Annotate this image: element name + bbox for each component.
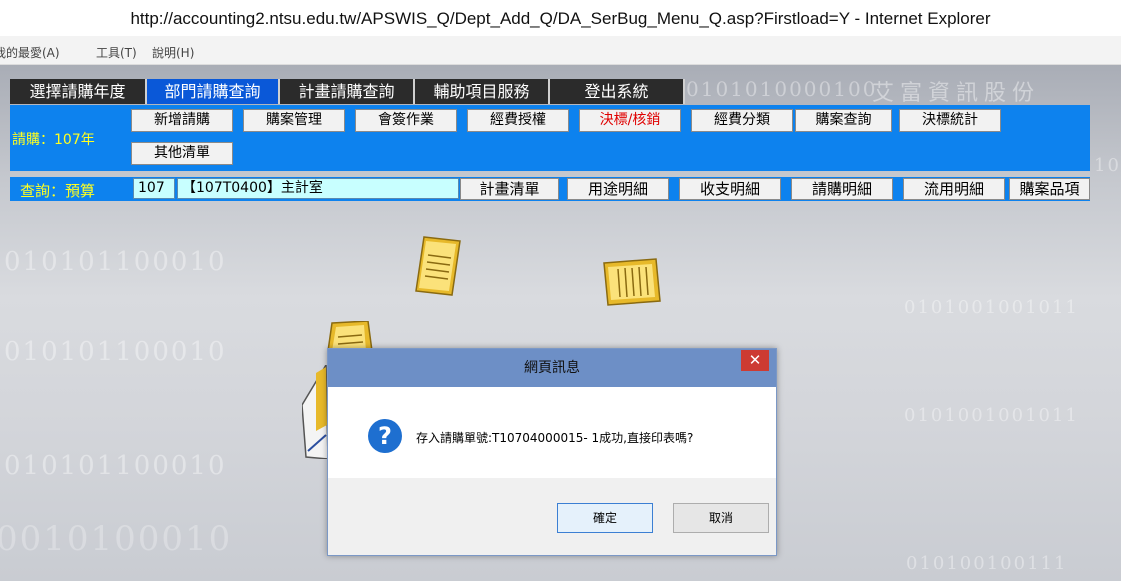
tab-select-year[interactable]: 選擇請購年度 (10, 79, 147, 104)
budget-year-field[interactable]: 107 (133, 178, 175, 199)
tab-dept-query[interactable]: 部門請購查詢 (147, 79, 280, 104)
award-writeoff-button[interactable]: 決標/核銷 (579, 109, 681, 132)
other-list-button[interactable]: 其他清單 (131, 142, 233, 165)
purchase-detail-button[interactable]: 請購明細 (791, 178, 893, 200)
purchase-bar: 請購：107年 新增請購 購案管理 會簽作業 經費授權 決標/核銷 經費分類 購… (10, 105, 1090, 171)
dialog-footer: 確定 取消 (328, 478, 776, 555)
budget-auth-button[interactable]: 經費授權 (467, 109, 569, 132)
browser-menubar: 我的最愛(A) 工具(T) 說明(H) (0, 36, 1121, 65)
cancel-button[interactable]: 取消 (673, 503, 769, 533)
brand-watermark: 艾富資訊股份 (872, 81, 1041, 106)
document-icon[interactable] (326, 321, 374, 351)
document-icon[interactable] (414, 235, 464, 297)
folder-icon[interactable] (302, 365, 328, 459)
purchase-year-label: 請購：107年 (12, 132, 95, 148)
bg-digits: 0101010000100 (686, 77, 878, 101)
case-items-button[interactable]: 購案品項 (1009, 178, 1090, 200)
bg-digits: 010101100010 (4, 451, 227, 481)
plan-list-button[interactable]: 計畫清單 (460, 178, 559, 200)
menu-help[interactable]: 說明(H) (152, 44, 194, 61)
transfer-detail-button[interactable]: 流用明細 (903, 178, 1005, 200)
income-expense-button[interactable]: 收支明細 (679, 178, 781, 200)
bg-digits: 010100100111 (906, 553, 1068, 574)
budget-category-button[interactable]: 經費分類 (691, 109, 793, 132)
dialog-body: ? 存入請購單號:T10704000015- 1成功,直接印表嗎? (328, 387, 776, 478)
dialog-message: 存入請購單號:T10704000015- 1成功,直接印表嗎? (416, 431, 694, 445)
folder-icon[interactable] (600, 255, 662, 307)
bg-digits: 010101100010 (4, 247, 227, 277)
bg-digits: 010101100010 (4, 337, 227, 367)
usage-detail-button[interactable]: 用途明細 (567, 178, 669, 200)
add-purchase-button[interactable]: 新增請購 (131, 109, 233, 132)
tab-plan-query[interactable]: 計畫請購查詢 (280, 79, 415, 104)
tab-aux-service[interactable]: 輔助項目服務 (415, 79, 550, 104)
dialog-title: 網頁訊息 (328, 349, 776, 387)
ok-button[interactable]: 確定 (557, 503, 653, 533)
bg-digits: 0101001001011 (904, 405, 1079, 426)
bg-digits: 0101001001011 (904, 297, 1079, 318)
help-question-icon: ? (368, 419, 402, 453)
menu-tools[interactable]: 工具(T) (96, 44, 137, 61)
case-manage-button[interactable]: 購案管理 (243, 109, 345, 132)
case-query-button[interactable]: 購案查詢 (795, 109, 892, 132)
close-icon[interactable]: ✕ (741, 350, 769, 371)
tab-logout[interactable]: 登出系統 (550, 79, 685, 104)
query-label: 查詢：預算 (20, 182, 96, 200)
bg-digits: 10101100010 (1094, 155, 1121, 176)
bg-digits: 0010100010 (0, 519, 233, 559)
award-stats-button[interactable]: 決標統計 (899, 109, 1001, 132)
query-bar: 查詢：預算 107 【107T0400】主計室 計畫清單 用途明細 收支明細 請… (10, 177, 1090, 201)
window-title: http://accounting2.ntsu.edu.tw/APSWIS_Q/… (0, 0, 1121, 36)
department-field[interactable]: 【107T0400】主計室 (177, 178, 459, 199)
message-dialog: 網頁訊息 ✕ ? 存入請購單號:T10704000015- 1成功,直接印表嗎?… (327, 348, 777, 556)
page-content: 010101100010 010101100010 010101100010 0… (0, 65, 1121, 581)
menu-favorites[interactable]: 我的最愛(A) (0, 44, 60, 61)
cosign-button[interactable]: 會簽作業 (355, 109, 457, 132)
